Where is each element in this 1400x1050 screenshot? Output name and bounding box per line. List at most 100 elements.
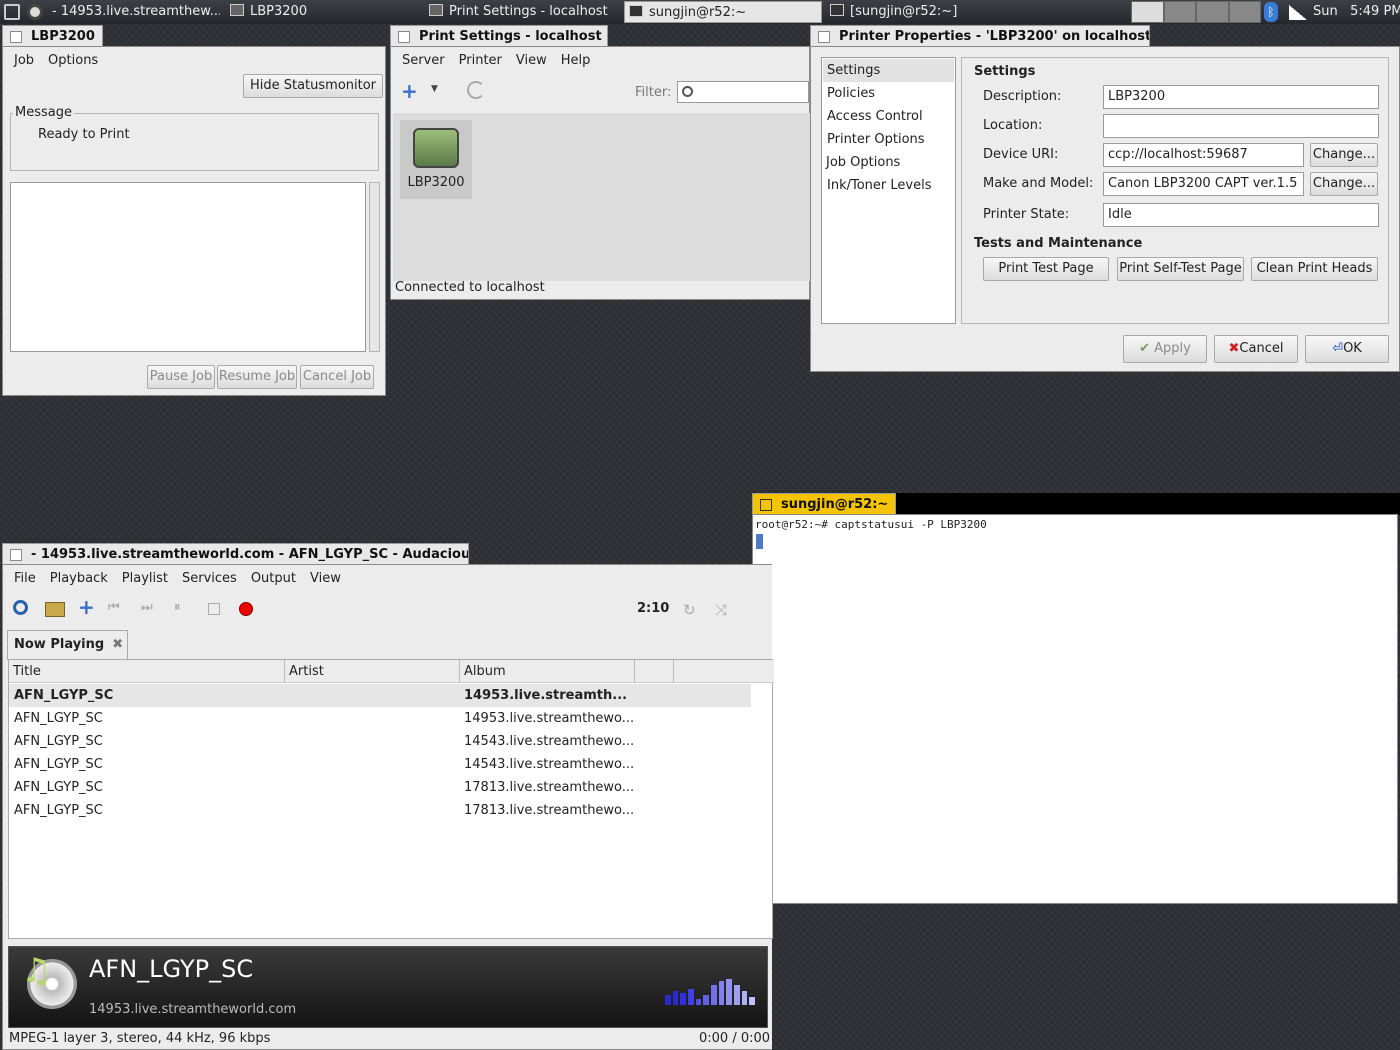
apply-button[interactable]: ✔ Apply	[1123, 335, 1207, 363]
printer-item-lbp3200[interactable]: LBP3200	[400, 120, 472, 199]
window-menu-icon[interactable]	[398, 31, 410, 43]
workspace-4[interactable]	[1228, 1, 1261, 23]
filter-input[interactable]	[677, 81, 809, 103]
column-album[interactable]: Album	[460, 660, 635, 683]
dropdown-arrow-icon[interactable]: ▼	[431, 84, 438, 94]
clock[interactable]: Sun 5:49 PM	[1313, 0, 1400, 24]
ok-button[interactable]: ⏎OK	[1305, 335, 1389, 363]
shuffle-icon[interactable]: ⤨	[715, 601, 727, 619]
job-list-area[interactable]	[10, 182, 366, 352]
taskbar-item-lbp3200[interactable]: LBP3200	[226, 1, 416, 23]
row-album: 17813.live.streamthewo...	[464, 780, 634, 795]
workspace-1[interactable]	[1131, 1, 1164, 23]
window-menu-icon[interactable]	[10, 549, 22, 561]
menu-view[interactable]: View	[303, 567, 348, 591]
taskbar-item-print-settings[interactable]: Print Settings - localhost	[425, 1, 620, 23]
visualizer-bar	[726, 979, 733, 1005]
playlist-row[interactable]: AFN_LGYP_SC 17813.live.streamthewo...	[9, 776, 751, 799]
change-make-model-button[interactable]: Change...	[1310, 172, 1378, 196]
window-title: LBP3200	[31, 29, 95, 44]
sidebar-item-settings[interactable]: Settings	[823, 59, 954, 82]
menu-playlist[interactable]: Playlist	[115, 567, 175, 591]
menu-options[interactable]: Options	[41, 49, 105, 73]
cancel-button[interactable]: ✖Cancel	[1214, 335, 1298, 363]
menu-services[interactable]: Services	[175, 567, 244, 591]
menu-view[interactable]: View	[509, 49, 554, 73]
record-icon[interactable]	[239, 602, 253, 616]
terminal-title[interactable]: sungjin@r52:~	[752, 493, 896, 515]
tab-now-playing[interactable]: Now Playing ✖	[7, 630, 128, 660]
menu-help[interactable]: Help	[554, 49, 598, 73]
playlist-row[interactable]: AFN_LGYP_SC 14953.live.streamthewo...	[9, 707, 751, 730]
add-icon[interactable]: +	[78, 595, 95, 619]
window-menu-icon[interactable]	[10, 31, 22, 43]
workspace-2[interactable]	[1163, 1, 1196, 23]
playlist-row-current[interactable]: AFN_LGYP_SC 14953.live.streamth...	[9, 684, 751, 707]
sidebar-item-policies[interactable]: Policies	[827, 82, 875, 105]
audacious-title[interactable]: - 14953.live.streamtheworld.com - AFN_LG…	[2, 543, 469, 565]
menu-output[interactable]: Output	[244, 567, 303, 591]
menu-bar: Server Printer View Help	[395, 49, 598, 73]
pause-icon[interactable]: ⏸	[174, 600, 181, 615]
row-title: AFN_LGYP_SC	[14, 711, 103, 726]
column-title[interactable]: Title	[9, 660, 285, 683]
column-artist[interactable]: Artist	[285, 660, 460, 683]
menu-printer[interactable]: Printer	[452, 49, 509, 73]
clean-print-heads-button[interactable]: Clean Print Heads	[1251, 257, 1378, 281]
window-menu-icon[interactable]	[818, 31, 830, 43]
bluetooth-icon[interactable]: ᛒ	[1264, 2, 1278, 22]
playlist-row[interactable]: AFN_LGYP_SC 14543.live.streamthewo...	[9, 730, 751, 753]
row-title: AFN_LGYP_SC	[14, 688, 114, 703]
stop-icon[interactable]	[208, 603, 220, 615]
now-playing-panel: ♫ AFN_LGYP_SC 14953.live.streamtheworld.…	[8, 946, 768, 1028]
menu-playback[interactable]: Playback	[43, 567, 115, 591]
resume-job-button[interactable]: Resume Job	[217, 365, 297, 389]
description-field[interactable]: LBP3200	[1103, 85, 1379, 109]
playlist-row[interactable]: AFN_LGYP_SC 14543.live.streamthewo...	[9, 753, 751, 776]
menu-file[interactable]: File	[7, 567, 43, 591]
taskbar-item-terminal[interactable]: sungjin@r52:~	[624, 1, 822, 23]
statusmonitor-title[interactable]: LBP3200	[2, 25, 103, 47]
repeat-icon[interactable]: ↻	[683, 601, 696, 619]
taskbar-item-audacious[interactable]: - 14953.live.streamthew...	[48, 1, 220, 23]
close-tab-icon[interactable]: ✖	[112, 637, 123, 652]
previous-icon[interactable]: ⏮	[108, 600, 120, 615]
printer-properties-title[interactable]: Printer Properties - 'LBP3200' on localh…	[810, 25, 1150, 47]
sidebar-item-access-control[interactable]: Access Control	[827, 105, 923, 128]
taskbar-item-terminal-2[interactable]: [sungjin@r52:~]	[826, 1, 1026, 23]
device-uri-field[interactable]: ccp://localhost:59687	[1103, 143, 1304, 167]
hide-statusmonitor-button[interactable]: Hide Statusmonitor	[243, 74, 383, 98]
refresh-icon[interactable]	[467, 81, 485, 99]
cancel-job-button[interactable]: Cancel Job	[300, 365, 374, 389]
check-icon: ✔	[1139, 341, 1155, 356]
menu-icon[interactable]	[4, 4, 20, 20]
pause-job-button[interactable]: Pause Job	[147, 365, 215, 389]
sidebar-item-printer-options[interactable]: Printer Options	[827, 128, 925, 151]
print-self-test-page-button[interactable]: Print Self-Test Page	[1117, 257, 1244, 281]
workspace-pager[interactable]	[1131, 1, 1261, 23]
print-settings-title[interactable]: Print Settings - localhost	[390, 25, 608, 47]
column-extra[interactable]	[635, 660, 674, 683]
menu-job[interactable]: Job	[7, 49, 41, 73]
print-test-page-button[interactable]: Print Test Page	[983, 257, 1109, 281]
properties-sidebar: Settings Policies Access Control Printer…	[821, 57, 956, 324]
playlist-row[interactable]: AFN_LGYP_SC 17813.live.streamthewo...	[9, 799, 751, 822]
sidebar-item-ink-toner-levels[interactable]: Ink/Toner Levels	[827, 174, 931, 197]
change-device-uri-button[interactable]: Change...	[1310, 143, 1378, 167]
next-icon[interactable]: ⏭	[141, 600, 153, 615]
signal-icon[interactable]	[1289, 5, 1307, 20]
sidebar-item-job-options[interactable]: Job Options	[826, 151, 900, 174]
open-folder-icon[interactable]	[45, 602, 65, 617]
visualizer-bar	[703, 995, 710, 1005]
add-icon[interactable]: +	[401, 80, 418, 102]
app-icon[interactable]	[27, 4, 43, 20]
search-icon[interactable]	[13, 600, 28, 615]
workspace-3[interactable]	[1196, 1, 1229, 23]
make-model-field[interactable]: Canon LBP3200 CAPT ver.1.5	[1103, 172, 1304, 196]
scrollbar[interactable]	[369, 182, 380, 352]
menu-server[interactable]: Server	[395, 49, 452, 73]
tab-label: Now Playing	[14, 637, 105, 652]
location-field[interactable]	[1103, 114, 1379, 138]
window-menu-icon[interactable]	[760, 499, 772, 511]
terminal-window[interactable]: root@r52:~# captstatusui -P LBP3200	[752, 514, 1398, 904]
